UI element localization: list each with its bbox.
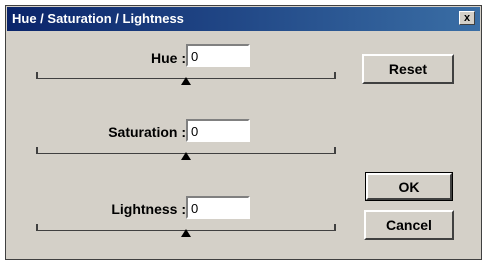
close-icon: x — [463, 11, 471, 24]
hue-input[interactable]: 0 — [186, 44, 250, 67]
lightness-slider-tick-left — [36, 224, 38, 231]
reset-button[interactable]: Reset — [362, 54, 454, 84]
hue-slider-tick-left — [36, 72, 38, 79]
title-bar[interactable]: Hue / Saturation / Lightness x — [7, 7, 480, 31]
saturation-input[interactable]: 0 — [186, 119, 250, 142]
cancel-button[interactable]: Cancel — [364, 210, 454, 240]
hsl-dialog: Hue / Saturation / Lightness x Hue : 0 S… — [5, 5, 482, 260]
saturation-label: Saturation : — [108, 124, 186, 140]
hue-slider-tick-right — [334, 72, 336, 79]
ok-button[interactable]: OK — [365, 172, 453, 201]
saturation-slider-tick-left — [36, 147, 38, 154]
hue-slider[interactable] — [36, 72, 336, 85]
hue-label: Hue : — [151, 50, 186, 66]
dialog-title: Hue / Saturation / Lightness — [12, 11, 184, 26]
lightness-input[interactable]: 0 — [186, 196, 250, 219]
lightness-label: Lightness : — [111, 201, 186, 217]
hue-slider-thumb[interactable] — [181, 77, 191, 85]
lightness-slider-thumb[interactable] — [181, 229, 191, 237]
close-button[interactable]: x — [459, 11, 475, 25]
lightness-slider[interactable] — [36, 224, 336, 237]
saturation-slider-tick-right — [334, 147, 336, 154]
saturation-slider-thumb[interactable] — [181, 152, 191, 160]
lightness-slider-tick-right — [334, 224, 336, 231]
saturation-slider[interactable] — [36, 147, 336, 160]
